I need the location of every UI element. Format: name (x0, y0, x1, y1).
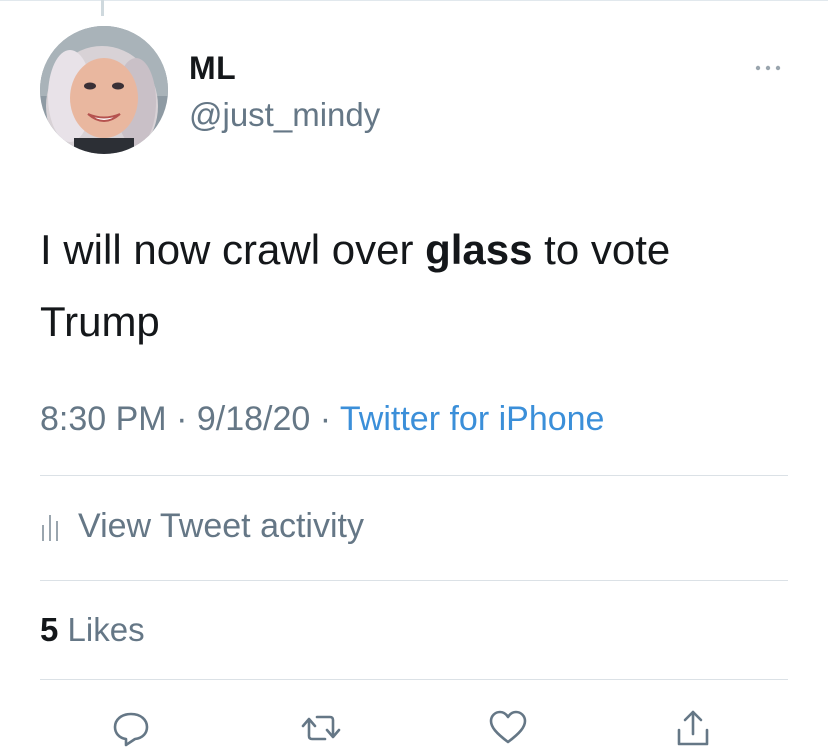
avatar[interactable] (40, 26, 168, 154)
retweet-button[interactable] (299, 708, 343, 748)
reply-button[interactable] (109, 708, 153, 748)
meta-separator: · (166, 400, 197, 438)
bar-chart-icon (42, 515, 58, 541)
tweet-meta: 8:30 PM · 9/18/20 · Twitter for iPhone (40, 400, 604, 439)
author-display-name[interactable]: ML (189, 50, 236, 87)
view-tweet-activity-button[interactable]: View Tweet activity (40, 504, 364, 548)
tweet-source-link[interactable]: Twitter for iPhone (340, 400, 605, 438)
like-button[interactable] (486, 708, 530, 748)
more-options-button[interactable] (748, 58, 788, 78)
likes-label: Likes (58, 611, 145, 648)
divider (40, 679, 788, 680)
tweet-date: 9/18/20 (196, 400, 311, 438)
reply-bubble-icon (113, 712, 149, 747)
likes-count: 5 (40, 611, 59, 648)
more-dots-icon (755, 65, 781, 71)
tweet-text-part1: I will now crawl over (40, 226, 426, 273)
tweet-text: I will now crawl over glass to vote Trum… (40, 214, 800, 358)
view-tweet-activity-label: View Tweet activity (78, 506, 364, 545)
divider (40, 475, 788, 476)
thread-connector-line (101, 0, 104, 16)
tweet-time: 8:30 PM (40, 400, 167, 438)
thread-divider (0, 0, 828, 1)
meta-separator: · (310, 400, 340, 438)
divider (40, 580, 788, 581)
retweet-icon (301, 715, 341, 741)
tweet-text-bold: glass (425, 226, 533, 273)
author-handle[interactable]: @just_mindy (189, 96, 380, 134)
share-button[interactable] (671, 708, 715, 748)
share-icon (677, 710, 709, 746)
likes-stat[interactable]: 5 Likes (40, 611, 145, 649)
heart-icon (489, 710, 527, 744)
